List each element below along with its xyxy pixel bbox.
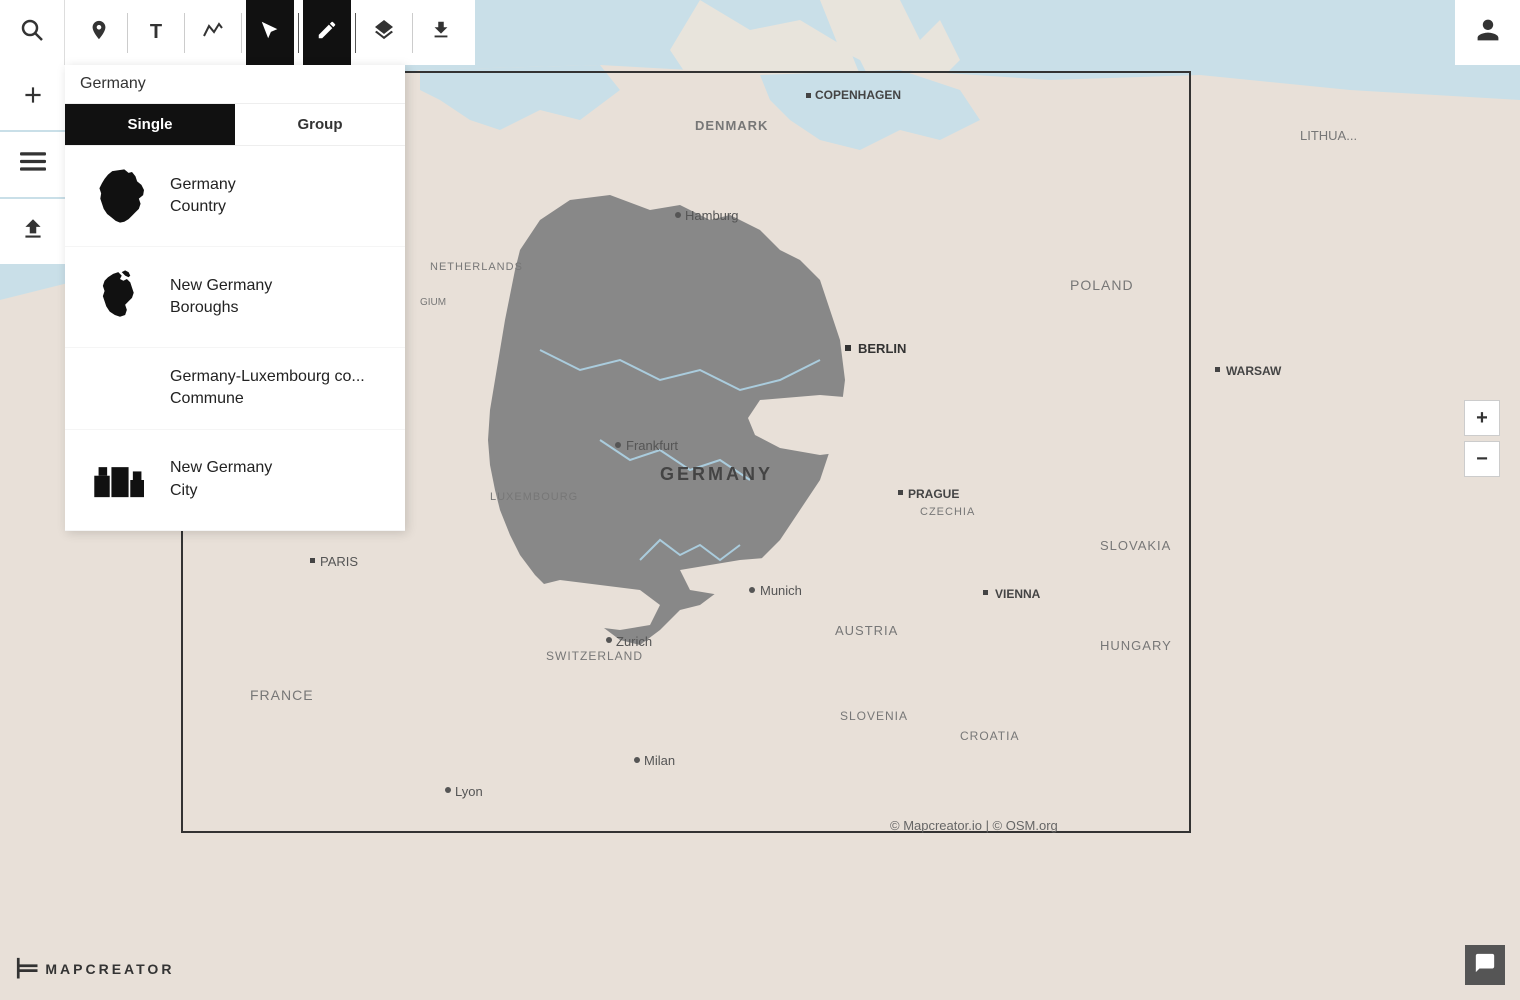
boroughs-subname: Boroughs	[170, 297, 272, 319]
city-subname: City	[170, 480, 272, 502]
svg-text:NETHERLANDS: NETHERLANDS	[430, 261, 523, 273]
zoom-in-button[interactable]: +	[1464, 400, 1500, 436]
dropdown-search-area: Germany	[65, 65, 405, 104]
menu-button[interactable]	[0, 132, 65, 197]
location-pin-icon	[88, 19, 110, 47]
user-icon	[1475, 17, 1501, 49]
zoom-controls: + −	[1464, 400, 1500, 477]
toolbar-tools: T	[65, 0, 475, 65]
edit-icon	[316, 19, 338, 47]
svg-text:BERLIN: BERLIN	[858, 341, 906, 356]
germany-country-name: Germany	[170, 174, 236, 196]
layer-search-input[interactable]: Germany	[80, 75, 390, 93]
svg-text:Lyon: Lyon	[455, 784, 483, 799]
export-icon	[430, 19, 452, 47]
svg-text:GERMANY: GERMANY	[660, 464, 773, 484]
germany-boroughs-icon	[85, 262, 155, 332]
germany-country-icon	[85, 161, 155, 231]
dropdown-items-list: Germany Country New Germany Boroughs Ger…	[65, 146, 405, 531]
svg-text:CROATIA: CROATIA	[960, 729, 1019, 743]
list-item[interactable]: New Germany City	[65, 430, 405, 531]
export-tool[interactable]	[417, 0, 465, 65]
add-layer-button[interactable]	[0, 65, 65, 130]
dropdown-tabs: Single Group	[65, 104, 405, 146]
svg-text:Munich: Munich	[760, 583, 802, 598]
city-name: New Germany	[170, 457, 272, 479]
location-pin-tool[interactable]	[75, 0, 123, 65]
germany-city-text: New Germany City	[170, 457, 272, 502]
upload-icon	[20, 216, 46, 248]
upload-button[interactable]	[0, 199, 65, 264]
toolbar: T	[0, 0, 1520, 65]
svg-text:WARSAW: WARSAW	[1226, 364, 1282, 378]
svg-text:Frankfurt: Frankfurt	[626, 438, 678, 453]
svg-text:LITHUA...: LITHUA...	[1300, 128, 1357, 143]
list-item[interactable]: Germany Country	[65, 146, 405, 247]
search-button[interactable]	[0, 0, 65, 65]
svg-text:SLOVENIA: SLOVENIA	[840, 709, 908, 723]
svg-text:FRANCE: FRANCE	[250, 687, 314, 703]
germany-boroughs-text: New Germany Boroughs	[170, 275, 272, 320]
luxembourg-commune-name: Germany-Luxembourg co...	[170, 366, 385, 388]
chat-button[interactable]	[1465, 945, 1505, 985]
svg-text:© Mapcreator.io | © OSM.org: © Mapcreator.io | © OSM.org	[890, 818, 1058, 833]
svg-text:LUXEMBOURG: LUXEMBOURG	[490, 491, 578, 503]
hamburger-icon	[20, 152, 46, 178]
list-item[interactable]: New Germany Boroughs	[65, 247, 405, 348]
svg-text:SLOVAKIA: SLOVAKIA	[1100, 538, 1171, 553]
bottom-right-area	[1465, 945, 1505, 985]
svg-text:CZECHIA: CZECHIA	[920, 506, 975, 518]
layers-tool[interactable]	[360, 0, 408, 65]
svg-text:HUNGARY: HUNGARY	[1100, 638, 1172, 653]
logo-text: MAPCREATOR	[45, 961, 174, 977]
group-tab[interactable]: Group	[235, 104, 405, 145]
logo-icon: ⊨	[15, 952, 37, 985]
single-tab[interactable]: Single	[65, 104, 235, 145]
zoom-out-button[interactable]: −	[1464, 441, 1500, 477]
svg-text:COPENHAGEN: COPENHAGEN	[815, 88, 901, 102]
svg-text:GIUM: GIUM	[420, 297, 446, 308]
germany-city-icon	[85, 445, 155, 515]
search-icon	[20, 18, 44, 48]
polyline-icon	[201, 18, 225, 48]
text-tool[interactable]: T	[132, 0, 180, 65]
select-tool[interactable]	[246, 0, 294, 65]
svg-text:PRAGUE: PRAGUE	[908, 487, 959, 501]
svg-text:DENMARK: DENMARK	[695, 118, 768, 133]
plus-icon	[20, 82, 46, 114]
germany-country-subname: Country	[170, 196, 236, 218]
svg-text:Hamburg: Hamburg	[685, 208, 738, 223]
svg-text:PARIS: PARIS	[320, 554, 358, 569]
sidebar	[0, 65, 65, 266]
boroughs-name: New Germany	[170, 275, 272, 297]
edit-tool[interactable]	[303, 0, 351, 65]
svg-text:Milan: Milan	[644, 753, 675, 768]
layers-icon	[372, 18, 396, 48]
chat-icon	[1474, 952, 1496, 979]
select-icon	[259, 19, 281, 47]
svg-text:AUSTRIA: AUSTRIA	[835, 623, 898, 638]
svg-text:Zurich: Zurich	[616, 634, 652, 649]
svg-text:SWITZERLAND: SWITZERLAND	[546, 649, 643, 663]
svg-text:POLAND: POLAND	[1070, 277, 1134, 293]
text-icon: T	[150, 21, 162, 44]
germany-country-text: Germany Country	[170, 174, 236, 219]
svg-text:VIENNA: VIENNA	[995, 587, 1041, 601]
user-account-button[interactable]	[1455, 0, 1520, 65]
luxembourg-commune-subname: Commune	[170, 388, 385, 410]
mapcreator-logo: ⊨ MAPCREATOR	[15, 952, 174, 985]
polyline-tool[interactable]	[189, 0, 237, 65]
dropdown-panel: Germany Single Group Germany Country	[65, 65, 405, 531]
list-item[interactable]: Germany-Luxembourg co... Commune	[65, 348, 405, 430]
